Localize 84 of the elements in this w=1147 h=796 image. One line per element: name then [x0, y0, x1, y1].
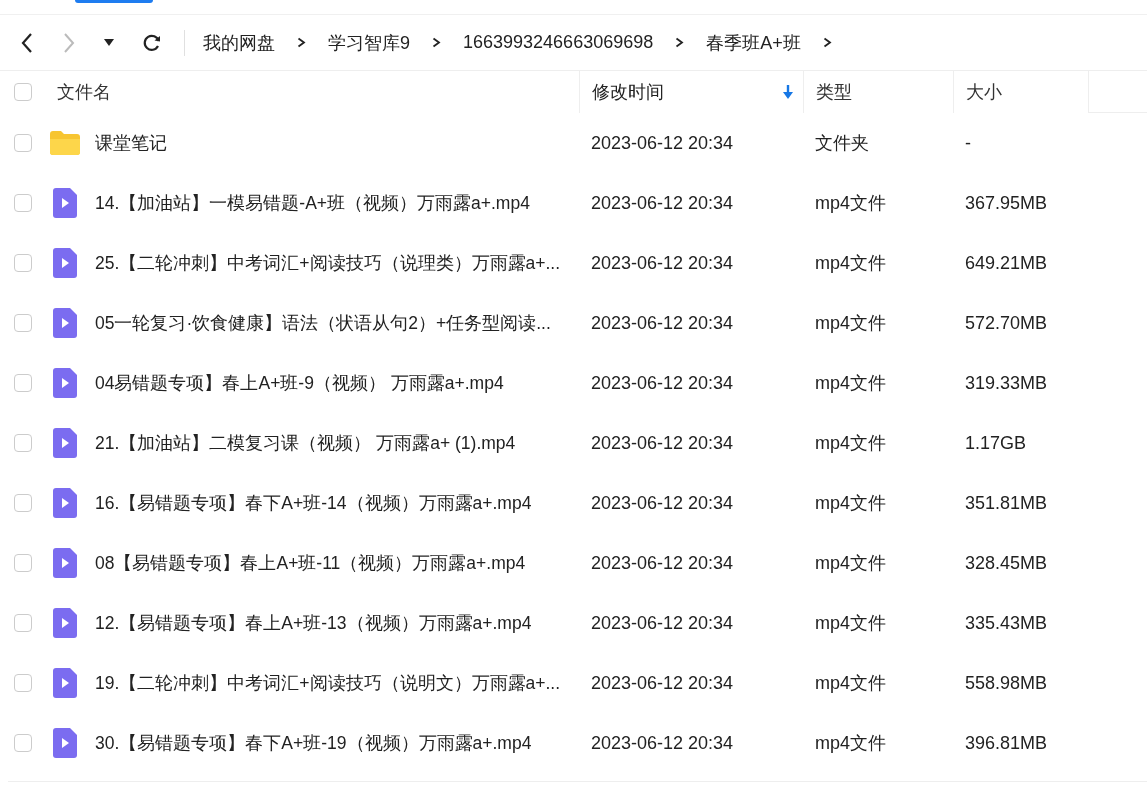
column-header[interactable]: 大小: [966, 80, 1002, 104]
file-size: -: [965, 132, 971, 153]
file-size: 319.33MB: [965, 372, 1048, 393]
file-name[interactable]: 21.【加油站】二模复习课（视频） 万雨露a+ (1).mp4: [95, 431, 516, 455]
row-checkbox[interactable]: [14, 614, 32, 632]
column-header[interactable]: 修改时间: [592, 80, 664, 104]
row-checkbox[interactable]: [14, 674, 32, 692]
row-checkbox[interactable]: [14, 374, 32, 392]
row-checkbox[interactable]: [14, 434, 32, 452]
file-size: 351.81MB: [965, 492, 1048, 513]
file-name[interactable]: 课堂笔记: [95, 131, 167, 155]
file-name[interactable]: 16.【易错题专项】春下A+班-14（视频）万雨露a+.mp4: [95, 491, 532, 515]
dropdown-icon[interactable]: [104, 39, 114, 46]
row-checkbox[interactable]: [14, 194, 32, 212]
file-name[interactable]: 12.【易错题专项】春上A+班-13（视频）万雨露a+.mp4: [95, 611, 532, 635]
video-file-icon: [50, 608, 80, 638]
select-all-checkbox[interactable]: [14, 83, 32, 101]
row-checkbox[interactable]: [14, 554, 32, 572]
video-file-icon: [50, 548, 80, 578]
breadcrumb-link[interactable]: 我的网盘: [203, 30, 275, 55]
file-type: mp4文件: [815, 733, 886, 753]
modified-time: 2023-06-12 20:34: [591, 312, 734, 333]
breadcrumb-link[interactable]: 春季班A+班: [706, 30, 801, 55]
file-name[interactable]: 08【易错题专项】春上A+班-11（视频）万雨露a+.mp4: [95, 551, 526, 575]
file-size: 1.17GB: [965, 432, 1027, 453]
chevron-icon: [297, 37, 306, 48]
file-size: 328.45MB: [965, 552, 1048, 573]
chevron-icon: [432, 37, 441, 48]
chevron-icon: [822, 37, 832, 48]
file-name[interactable]: 14.【加油站】一模易错题-A+班（视频）万雨露a+.mp4: [95, 191, 530, 215]
file-type: mp4文件: [815, 373, 886, 393]
column-header[interactable]: 类型: [816, 80, 852, 104]
file-name[interactable]: 04易错题专项】春上A+班-9（视频） 万雨露a+.mp4: [95, 371, 504, 395]
modified-time: 2023-06-12 20:34: [591, 672, 734, 693]
modified-time: 2023-06-12 20:34: [591, 732, 734, 753]
file-name[interactable]: 19.【二轮冲刺】中考词汇+阅读技巧（说明文）万雨露a+...: [95, 671, 561, 695]
file-type: mp4文件: [815, 673, 886, 693]
modified-time: 2023-06-12 20:34: [591, 192, 734, 213]
refresh-icon[interactable]: [142, 32, 162, 53]
file-type: mp4文件: [815, 433, 886, 453]
row-checkbox[interactable]: [14, 254, 32, 272]
file-type: mp4文件: [815, 613, 886, 633]
modified-time: 2023-06-12 20:34: [591, 492, 734, 513]
row-checkbox[interactable]: [14, 494, 32, 512]
video-file-icon: [50, 668, 80, 698]
file-size: 649.21MB: [965, 252, 1048, 273]
video-file-icon: [50, 248, 80, 278]
file-type: mp4文件: [815, 553, 886, 573]
modified-time: 2023-06-12 20:34: [591, 372, 734, 393]
video-file-icon: [50, 308, 80, 338]
chevron-icon: [675, 37, 685, 48]
file-type: mp4文件: [815, 253, 886, 273]
file-size: 335.43MB: [965, 612, 1048, 633]
video-file-icon: [50, 428, 80, 458]
back-icon[interactable]: [20, 31, 34, 54]
button-edge[interactable]: [75, 0, 153, 3]
video-file-icon: [50, 368, 80, 398]
file-size: 558.98MB: [965, 672, 1048, 693]
row-checkbox[interactable]: [14, 134, 32, 152]
file-name[interactable]: 05一轮复习·饮食健康】语法（状语从句2）+任务型阅读...: [95, 311, 551, 335]
video-file-icon: [50, 728, 80, 758]
file-size: 367.95MB: [965, 192, 1048, 213]
video-file-icon: [50, 488, 80, 518]
file-type: mp4文件: [815, 193, 886, 213]
column-header[interactable]: 文件名: [57, 80, 111, 104]
file-type: 文件夹: [815, 133, 869, 153]
file-name[interactable]: 25.【二轮冲刺】中考词汇+阅读技巧（说理类）万雨露a+...: [95, 251, 561, 275]
file-name[interactable]: 30.【易错题专项】春下A+班-19（视频）万雨露a+.mp4: [95, 731, 532, 755]
row-checkbox[interactable]: [14, 314, 32, 332]
modified-time: 2023-06-12 20:34: [591, 612, 734, 633]
modified-time: 2023-06-12 20:34: [591, 552, 734, 573]
modified-time: 2023-06-12 20:34: [591, 252, 734, 273]
file-size: 396.81MB: [965, 732, 1048, 753]
folder-icon: [50, 131, 80, 155]
file-type: mp4文件: [815, 313, 886, 333]
modified-time: 2023-06-12 20:34: [591, 132, 734, 153]
file-size: 572.70MB: [965, 312, 1048, 333]
video-file-icon: [50, 188, 80, 218]
file-type: mp4文件: [815, 493, 886, 513]
breadcrumb-link[interactable]: 1663993246663069698: [463, 32, 654, 53]
breadcrumb-link[interactable]: 学习智库9: [328, 30, 410, 55]
forward-icon[interactable]: [62, 31, 76, 54]
modified-time: 2023-06-12 20:34: [591, 432, 734, 453]
row-checkbox[interactable]: [14, 734, 32, 752]
